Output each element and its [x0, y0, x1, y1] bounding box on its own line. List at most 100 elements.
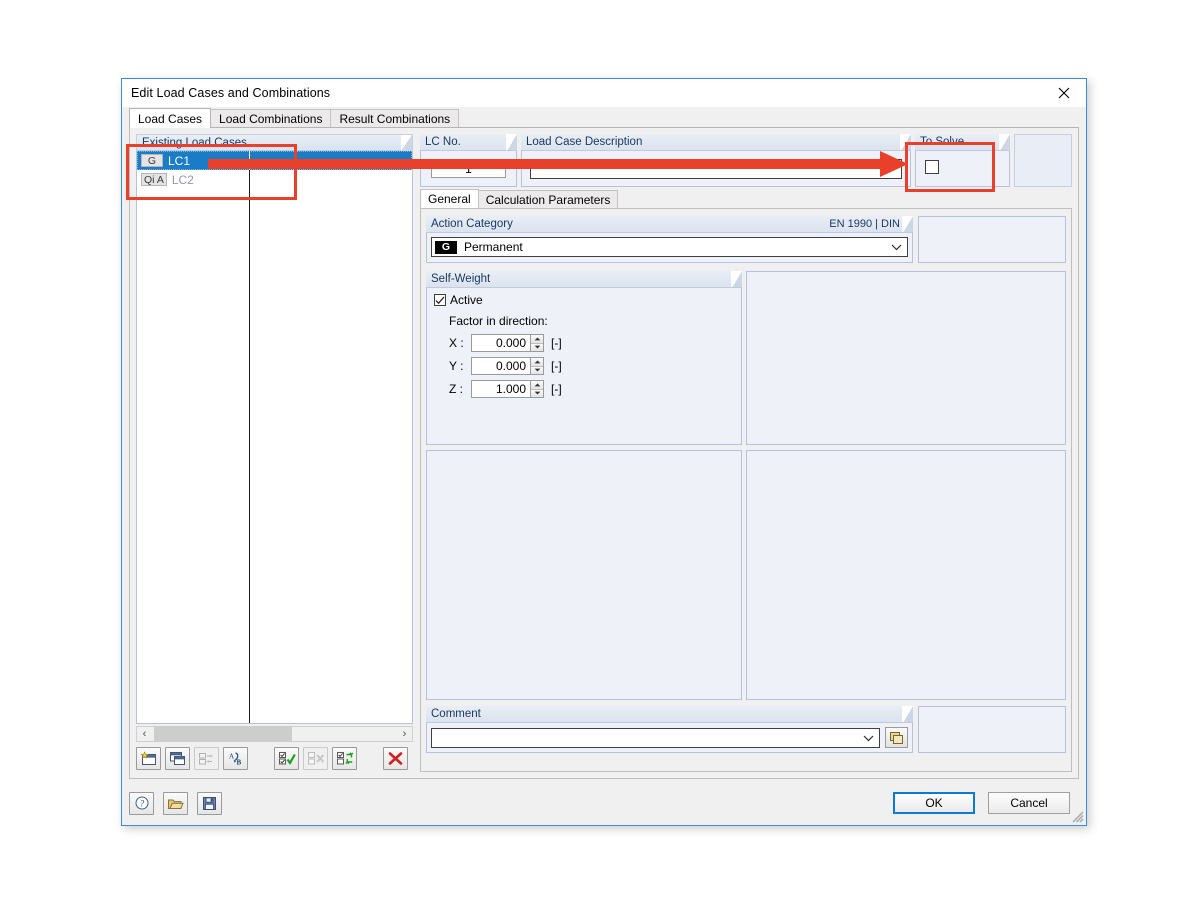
stepper-down-icon[interactable] — [531, 366, 543, 374]
action-category-standard: EN 1990 | DIN — [829, 218, 900, 230]
svg-text:B: B — [237, 759, 242, 767]
invert-selection-icon — [336, 752, 353, 765]
tab-result-combinations[interactable]: Result Combinations — [330, 109, 460, 128]
header-fold-corner — [902, 216, 913, 232]
factor-y-stepper[interactable] — [531, 357, 544, 375]
renumber-icon — [199, 753, 213, 765]
list-horizontal-scrollbar[interactable]: ‹ › — [136, 726, 413, 742]
self-weight-active-checkbox[interactable] — [434, 294, 446, 306]
header-fold-corner — [902, 706, 913, 722]
header-filler-panel — [1014, 134, 1072, 187]
comment-header: Comment — [426, 706, 913, 723]
main-tab-strip: Load Cases Load Combinations Result Comb… — [129, 108, 1079, 128]
dialog-title: Edit Load Cases and Combinations — [131, 86, 331, 100]
delete-load-case-button[interactable] — [383, 747, 408, 770]
tab-calculation-parameters[interactable]: Calculation Parameters — [477, 190, 619, 208]
uncheck-all-icon — [307, 752, 324, 765]
footer-tool-buttons: ? — [129, 792, 226, 815]
self-weight-title: Self-Weight — [431, 273, 491, 285]
self-weight-active-label: Active — [450, 293, 483, 307]
help-button[interactable]: ? — [129, 792, 154, 815]
svg-text:A: A — [229, 753, 234, 761]
factor-x-unit: [-] — [551, 336, 562, 350]
deselect-all-button[interactable] — [303, 747, 328, 770]
self-weight-body: Active Factor in direction: X : 0.000 [-… — [426, 288, 742, 445]
header-fold-corner — [506, 134, 517, 150]
stepper-down-icon[interactable] — [531, 343, 543, 351]
new-load-case-button[interactable] — [136, 747, 161, 770]
comment-library-icon — [890, 731, 903, 744]
lower-left-panel — [426, 450, 742, 700]
factor-x-row: X : 0.000 [-] — [449, 334, 562, 352]
description-header: Load Case Description — [521, 134, 911, 151]
lc-no-header: LC No. — [420, 134, 517, 151]
self-weight-group: Self-Weight Active Factor in direction: … — [426, 271, 742, 445]
chevron-down-icon — [863, 731, 874, 745]
factor-y-unit: [-] — [551, 359, 562, 373]
copy-load-case-button[interactable] — [165, 747, 190, 770]
header-fold-corner — [999, 134, 1010, 150]
lc-no-title: LC No. — [425, 136, 461, 148]
factor-z-unit: [-] — [551, 382, 562, 396]
factor-y-input[interactable]: 0.000 — [471, 357, 531, 375]
invert-selection-button[interactable] — [332, 747, 357, 770]
rename-button[interactable]: A B — [223, 747, 248, 770]
ok-button[interactable]: OK — [893, 792, 975, 814]
load-case-list[interactable]: G LC1 Qi A LC2 — [136, 151, 413, 724]
new-window-icon — [140, 751, 156, 765]
scroll-left-arrow[interactable]: ‹ — [137, 728, 152, 740]
self-weight-active-row[interactable]: Active — [434, 293, 483, 307]
general-tab-pane: Action Category EN 1990 | DIN G Permanen… — [420, 208, 1072, 772]
comment-body — [426, 723, 913, 753]
stepper-up-icon[interactable] — [531, 335, 543, 344]
copy-window-icon — [170, 752, 185, 765]
tab-general[interactable]: General — [420, 189, 479, 208]
factor-x-input[interactable]: 0.000 — [471, 334, 531, 352]
load-case-toolbar: A B — [136, 745, 413, 772]
check-all-icon — [278, 752, 296, 766]
factor-z-input[interactable]: 1.000 — [471, 380, 531, 398]
save-button[interactable] — [197, 792, 222, 815]
stepper-up-icon[interactable] — [531, 381, 543, 390]
action-category-header: Action Category EN 1990 | DIN — [426, 216, 913, 233]
stepper-down-icon[interactable] — [531, 389, 543, 397]
open-button[interactable] — [163, 792, 188, 815]
save-floppy-icon — [203, 797, 216, 810]
factor-x-stepper[interactable] — [531, 334, 544, 352]
comment-input[interactable] — [431, 727, 880, 748]
action-category-side-panel — [918, 216, 1066, 263]
rename-ab-icon: A B — [229, 752, 242, 767]
tab-load-combinations[interactable]: Load Combinations — [210, 109, 332, 128]
comment-title: Comment — [431, 708, 481, 720]
select-all-button[interactable] — [274, 747, 299, 770]
renumber-button[interactable] — [194, 747, 219, 770]
lower-right-panel — [746, 450, 1066, 700]
close-button[interactable] — [1042, 79, 1086, 107]
comment-library-button[interactable] — [885, 727, 908, 748]
annotation-box-to-solve — [905, 142, 995, 192]
scrollbar-thumb[interactable] — [154, 727, 292, 741]
chevron-down-icon — [891, 240, 902, 254]
action-category-group: Action Category EN 1990 | DIN G Permanen… — [426, 216, 913, 263]
factor-y-axis-label: Y : — [449, 359, 464, 373]
scrollbar-track[interactable] — [152, 727, 397, 741]
action-category-select[interactable]: G Permanent — [431, 237, 908, 257]
factor-z-axis-label: Z : — [449, 382, 463, 396]
resize-grip[interactable] — [1070, 809, 1084, 823]
checkmark-icon — [435, 296, 445, 304]
scroll-right-arrow[interactable]: › — [397, 728, 412, 740]
column-separator-line — [249, 170, 250, 723]
header-fold-corner — [401, 135, 412, 151]
red-x-icon — [388, 752, 403, 765]
load-case-details-panel: LC No. 1 Load Case Description — [420, 134, 1072, 772]
tab-load-cases[interactable]: Load Cases — [129, 108, 212, 128]
factor-y-row: Y : 0.000 [-] — [449, 357, 562, 375]
cancel-button[interactable]: Cancel — [988, 792, 1070, 814]
factor-z-stepper[interactable] — [531, 380, 544, 398]
load-cases-pane: Existing Load Cases G LC1 Qi A LC2 ‹ › A… — [129, 127, 1079, 779]
description-title: Load Case Description — [526, 136, 643, 148]
dialog-footer: ? OK Cancel — [129, 783, 1079, 819]
action-category-value: Permanent — [464, 240, 523, 254]
factor-direction-label: Factor in direction: — [449, 314, 548, 328]
stepper-up-icon[interactable] — [531, 358, 543, 367]
